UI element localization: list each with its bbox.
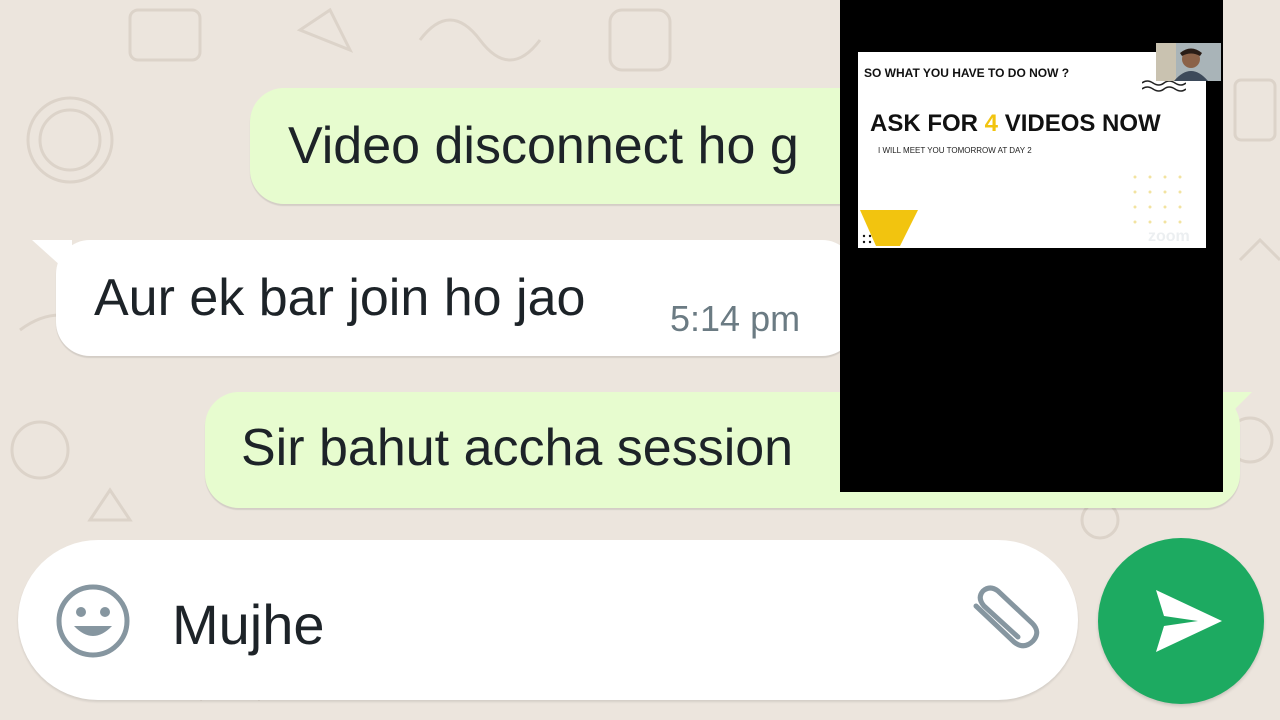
presentation-slide: SO WHAT YOU HAVE TO DO NOW ? ASK FOR 4 V… [858,52,1206,248]
smiley-icon[interactable] [54,582,132,660]
person-avatar-icon [1156,43,1221,81]
message-text: Sir bahut accha session [241,419,794,477]
message-text: Video disconnect ho g [288,117,799,175]
paperclip-icon[interactable] [962,584,1046,658]
slide-title: ASK FOR 4 VIDEOS NOW [870,110,1161,138]
slide-title-number: 4 [984,110,999,137]
slide-subtitle: I WILL MEET YOU TOMORROW AT DAY 2 [878,146,1032,155]
message-timestamp: 5:14 pm [670,298,801,339]
slide-heading: SO WHAT YOU HAVE TO DO NOW ? [864,66,1070,80]
wave-decoration [1142,80,1186,92]
message-bubble-incoming[interactable]: Aur ek bar join ho jao 5:14 pm [56,240,856,356]
presenter-camera-thumbnail [1156,43,1221,81]
slide-title-suffix: VIDEOS NOW [998,110,1161,137]
send-arrow-icon [1156,590,1222,652]
message-text: Aur ek bar join ho jao [94,269,586,327]
message-input[interactable]: Mujhe [172,592,325,657]
slide-title-prefix: ASK FOR [870,110,985,137]
send-button[interactable] [1098,538,1264,704]
yellow-triangle-decoration [860,210,918,246]
message-bubble-outgoing[interactable]: Video disconnect ho g [250,88,910,204]
zoom-watermark: zoom [1148,228,1190,245]
